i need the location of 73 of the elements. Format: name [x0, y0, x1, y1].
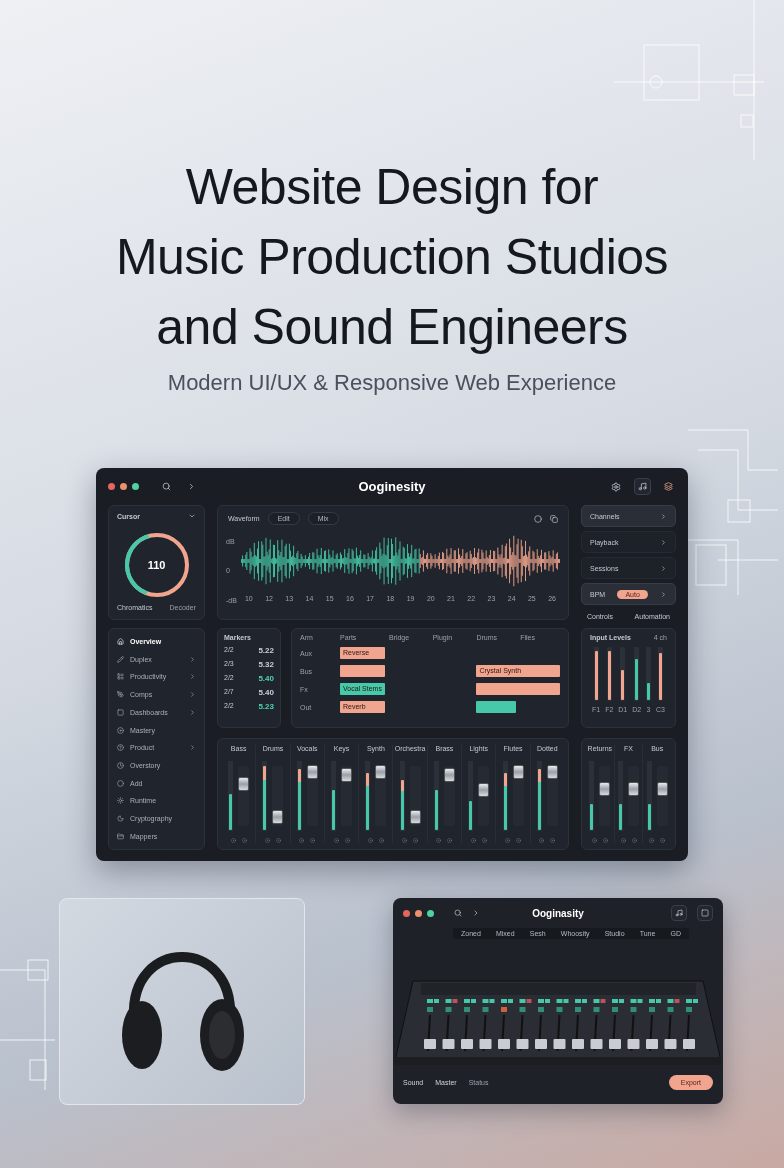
square-icon: [701, 909, 709, 917]
chevron-right-icon: [189, 691, 196, 699]
close-dot[interactable]: [108, 483, 115, 490]
sidebar-icon: [117, 779, 124, 787]
fader-handle[interactable]: [306, 765, 318, 779]
fader-handle[interactable]: [375, 765, 387, 779]
maximize-dot[interactable]: [132, 483, 139, 490]
square-button[interactable]: [697, 905, 713, 921]
sidebar-icon: [117, 726, 124, 734]
settings-icon: [611, 481, 621, 492]
sidebar-icon: [117, 638, 124, 645]
copy-icon[interactable]: [550, 514, 558, 523]
sidebar-icon: [117, 655, 124, 663]
sidebar-icon: [117, 744, 124, 752]
marker-value: 5.40: [258, 688, 274, 697]
fader-handle[interactable]: [628, 781, 639, 796]
minimize-dot[interactable]: [120, 483, 127, 490]
subtitle: Modern UI/UX & Responsive Web Experience: [167, 370, 617, 396]
fader-handle[interactable]: [512, 765, 524, 779]
app-title: Ooginesity: [358, 479, 426, 494]
headline: and Sound Engineers: [156, 298, 628, 357]
knob-icon[interactable]: [505, 838, 510, 843]
sidebar-icon: [117, 691, 124, 699]
sidebar-icon: [117, 762, 124, 770]
fader-handle[interactable]: [238, 777, 250, 791]
sidebar-icon: [117, 797, 124, 805]
fader-handle[interactable]: [478, 783, 490, 797]
chevron-right-icon: [189, 708, 196, 716]
layers-icon: [664, 482, 673, 491]
marker-value: 5.22: [258, 646, 274, 655]
marker-value: 5.40: [258, 674, 274, 683]
chevron-right-icon: [187, 482, 196, 491]
chevron-right-icon: [189, 744, 196, 752]
chevron-right-icon: [660, 590, 667, 598]
close-dot[interactable]: [403, 909, 410, 917]
marker-value: 5.23: [258, 702, 274, 711]
knob-icon[interactable]: [516, 838, 521, 843]
chevron-right-icon: [189, 655, 196, 663]
fader-handle[interactable]: [443, 768, 455, 782]
fader-handle[interactable]: [656, 781, 668, 796]
chevron-right-icon: [660, 564, 667, 572]
sidebar-icon: [117, 708, 124, 716]
audio-clip[interactable]: [340, 665, 385, 677]
circle-icon[interactable]: [534, 514, 542, 523]
music-note-icon: [675, 909, 683, 917]
fader-handle[interactable]: [409, 810, 421, 824]
audio-clip[interactable]: [476, 701, 517, 713]
chevron-right-icon: [189, 673, 196, 681]
audio-clip[interactable]: [476, 683, 560, 695]
fader-handle[interactable]: [546, 765, 558, 779]
sidebar-icon: [117, 832, 124, 840]
headline: Website Design for: [185, 158, 599, 217]
search-icon[interactable]: [454, 909, 462, 917]
minimize-dot[interactable]: [415, 909, 422, 917]
music-button[interactable]: [634, 478, 651, 495]
fader-handle[interactable]: [341, 768, 353, 782]
headline: Music Production Studios: [115, 228, 669, 287]
chevron-right-icon: [660, 512, 667, 520]
chevron-down-icon[interactable]: [188, 512, 196, 520]
fader-handle[interactable]: [599, 781, 611, 796]
chevron-right-icon: [660, 538, 667, 546]
sidebar-icon: [117, 815, 124, 823]
maximize-dot[interactable]: [427, 909, 434, 917]
gauge-value: 110: [147, 559, 166, 571]
app-title: Ooginasity: [532, 907, 584, 919]
layers-button[interactable]: [661, 479, 676, 494]
search-icon: [162, 482, 171, 491]
sidebar-icon: [117, 673, 124, 681]
music-button[interactable]: [671, 905, 687, 921]
marker-value: 5.32: [258, 660, 274, 669]
music-note-icon: [638, 482, 647, 491]
fader-handle[interactable]: [272, 810, 284, 824]
chevron-right-icon[interactable]: [472, 909, 480, 917]
